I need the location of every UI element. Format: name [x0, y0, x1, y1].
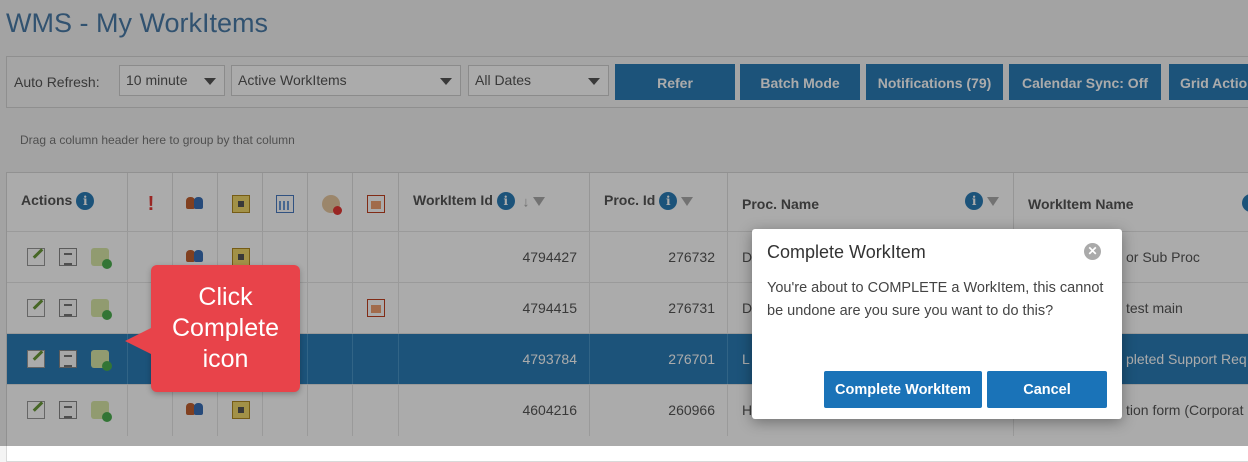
callout-line-1: Click	[198, 283, 253, 311]
cancel-button[interactable]: Cancel	[987, 371, 1107, 408]
dialog-title: Complete WorkItem	[767, 242, 926, 262]
callout-line-3: icon	[202, 345, 249, 373]
complete-workitem-dialog: Complete WorkItem ✕ You're about to COMP…	[752, 229, 1122, 419]
callout-line-2: Complete	[172, 314, 279, 342]
complete-workitem-button[interactable]: Complete WorkItem	[824, 371, 982, 408]
close-icon[interactable]: ✕	[1084, 243, 1101, 260]
instruction-callout: Click Complete icon	[125, 265, 300, 392]
dialog-message: You're about to COMPLETE a WorkItem, thi…	[767, 280, 1104, 319]
